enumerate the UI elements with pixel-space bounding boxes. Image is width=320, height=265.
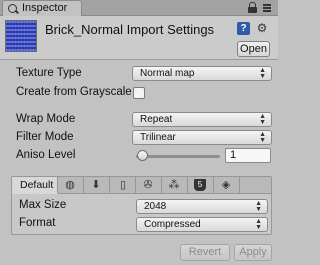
html5-icon: 5 (194, 179, 206, 191)
create-from-grayscale-label: Create from Grayscale (16, 86, 132, 98)
mobile-icon: ▯ (119, 179, 127, 191)
filter-mode-dropdown[interactable]: Trilinear ▲ ▼ (132, 130, 272, 145)
updown-arrow-icon: ▲ ▼ (259, 67, 266, 80)
blackberry-icon: ⁂ (168, 179, 180, 191)
download-icon: ⬇ (91, 179, 101, 191)
aniso-level-label: Aniso Level (16, 149, 76, 161)
aniso-level-slider-thumb[interactable] (137, 150, 148, 161)
page-title: Brick_Normal Import Settings (45, 22, 215, 37)
texture-type-label: Texture Type (16, 67, 82, 79)
max-size-value: 2048 (144, 201, 167, 212)
wrap-mode-dropdown[interactable]: Repeat ▲ ▼ (132, 112, 272, 127)
max-size-dropdown[interactable]: 2048 ▲ ▼ (136, 199, 268, 214)
tab-web[interactable]: ◍ (58, 177, 84, 194)
inspector-icon (8, 4, 17, 13)
updown-arrow-icon: ▲ ▼ (259, 113, 266, 126)
create-from-grayscale-checkbox[interactable] (133, 87, 145, 99)
tab-inspector-label: Inspector (22, 2, 68, 14)
tab-default[interactable]: Default (12, 177, 58, 194)
tab-inspector[interactable]: Inspector (2, 0, 82, 16)
unity-cube-icon: ◈ (221, 179, 231, 191)
max-size-label: Max Size (19, 199, 67, 211)
tab-html5[interactable]: 5 (188, 177, 214, 194)
updown-arrow-icon: ▲ ▼ (255, 218, 262, 231)
format-dropdown[interactable]: Compressed ▲ ▼ (136, 217, 268, 232)
window-tab-bar: Inspector (0, 0, 278, 16)
android-icon: ✇ (143, 179, 153, 191)
texture-thumbnail (5, 20, 37, 52)
tab-android[interactable]: ✇ (136, 177, 162, 194)
globe-icon: ◍ (65, 179, 75, 191)
asset-header: Brick_Normal Import Settings ? ⚙ Open (0, 16, 278, 60)
tab-default-label: Default (20, 179, 54, 191)
tab-blackberry[interactable]: ⁂ (162, 177, 188, 194)
wrap-mode-value: Repeat (140, 114, 173, 125)
texture-type-value: Normal map (140, 68, 195, 79)
apply-button[interactable]: Apply (234, 244, 272, 261)
updown-arrow-icon: ▲ ▼ (259, 131, 266, 144)
filter-mode-value: Trilinear (140, 132, 176, 143)
help-icon[interactable]: ? (237, 22, 250, 35)
format-value: Compressed (144, 219, 201, 230)
gear-icon[interactable]: ⚙ (256, 22, 268, 34)
revert-button[interactable]: Revert (180, 244, 230, 261)
aniso-level-slider-track[interactable] (136, 155, 220, 158)
menu-icon[interactable] (263, 4, 272, 12)
aniso-level-field[interactable]: 1 (225, 148, 271, 163)
lock-icon[interactable] (248, 2, 257, 13)
tab-unity[interactable]: ◈ (214, 177, 240, 194)
texture-type-dropdown[interactable]: Normal map ▲ ▼ (132, 66, 272, 81)
open-button[interactable]: Open (237, 41, 270, 57)
tab-ios[interactable]: ▯ (110, 177, 136, 194)
tab-standalone[interactable]: ⬇ (84, 177, 110, 194)
format-label: Format (19, 217, 56, 229)
wrap-mode-label: Wrap Mode (16, 113, 76, 125)
updown-arrow-icon: ▲ ▼ (255, 200, 262, 213)
filter-mode-label: Filter Mode (16, 131, 74, 143)
